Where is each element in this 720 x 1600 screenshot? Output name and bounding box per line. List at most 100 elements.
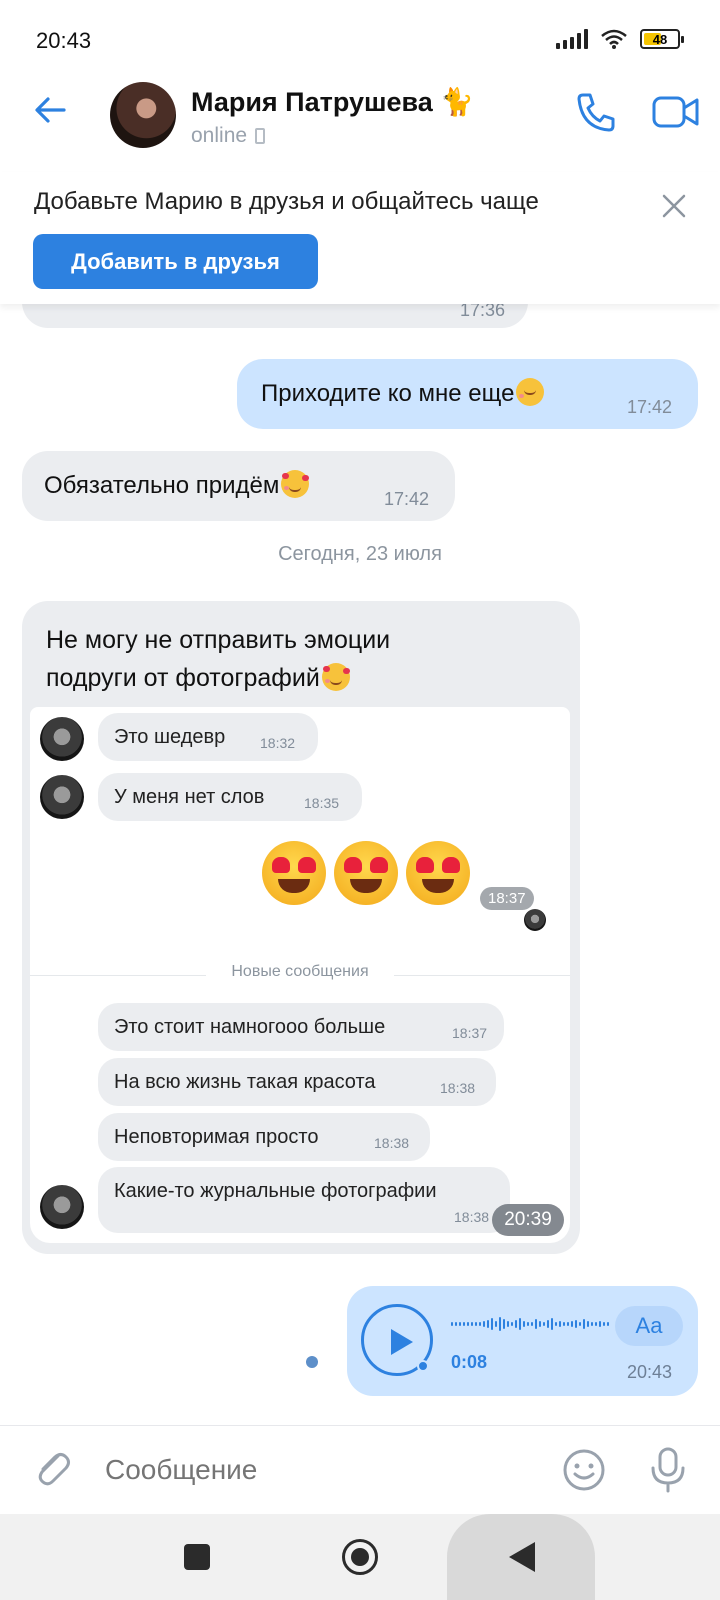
message-time: 17:42 bbox=[384, 489, 430, 509]
waveform-bar bbox=[531, 1322, 533, 1326]
status-time: 20:43 bbox=[36, 28, 92, 53]
waveform-bar bbox=[599, 1321, 601, 1327]
heart-eyes-emoji-icon bbox=[334, 841, 398, 905]
waveform-bar bbox=[587, 1321, 589, 1327]
message-text-line1: Не могу не отправить эмоции bbox=[46, 626, 391, 654]
unread-indicator bbox=[306, 1356, 318, 1368]
divider bbox=[394, 975, 570, 976]
screenshot-message-time: 18:38 bbox=[440, 1080, 476, 1096]
date-separator: Сегодня, 23 июля bbox=[278, 543, 442, 565]
video-call-icon[interactable] bbox=[652, 94, 700, 130]
back-triangle-icon bbox=[509, 1542, 535, 1572]
waveform-bar bbox=[547, 1320, 549, 1328]
chat-header: Мария Патрушева 🐈 online bbox=[0, 76, 720, 156]
waveform-bar bbox=[455, 1322, 457, 1326]
waveform-bar bbox=[571, 1321, 573, 1327]
waveform[interactable] bbox=[451, 1314, 609, 1334]
message-text-line2: подруги от фотографий bbox=[46, 664, 320, 692]
screenshot-message-text: У меня нет слов bbox=[114, 786, 265, 808]
avatar bbox=[40, 717, 84, 761]
system-navigation-bar bbox=[0, 1514, 720, 1600]
waveform-bar bbox=[507, 1321, 509, 1327]
waveform-bar bbox=[503, 1319, 505, 1329]
message-time-pill: 20:39 bbox=[492, 1204, 564, 1236]
unplayed-dot bbox=[417, 1360, 429, 1372]
smiling-hearts-emoji-icon bbox=[281, 470, 310, 498]
recents-button[interactable] bbox=[184, 1544, 210, 1570]
add-friend-banner: Добавьте Марию в друзья и общайтесь чаще… bbox=[0, 172, 720, 304]
list-item: Это стоит намногооо больше 18:37 bbox=[98, 1003, 504, 1051]
avatar bbox=[40, 775, 84, 819]
screenshot-message-text: На всю жизнь такая красота bbox=[114, 1071, 376, 1093]
screenshot-message-time: 18:32 bbox=[260, 735, 296, 751]
online-status-text: online bbox=[191, 124, 248, 147]
waveform-bar bbox=[579, 1322, 581, 1326]
back-button[interactable] bbox=[447, 1514, 595, 1600]
contact-avatar[interactable] bbox=[110, 82, 176, 148]
waveform-bar bbox=[543, 1322, 545, 1326]
waveform-bar bbox=[511, 1322, 513, 1326]
screenshot-message-time: 18:38 bbox=[374, 1135, 410, 1151]
list-item: Какие-то журнальные фотографии 18:38 bbox=[98, 1167, 510, 1233]
screenshot-message-text: Неповторимая просто bbox=[114, 1126, 319, 1148]
waveform-bar bbox=[463, 1322, 465, 1326]
phone-call-icon[interactable] bbox=[574, 90, 618, 134]
list-item: На всю жизнь такая красота 18:38 bbox=[98, 1058, 496, 1106]
waveform-bar bbox=[563, 1322, 565, 1326]
waveform-bar bbox=[583, 1319, 585, 1329]
screenshot-message-time: 18:38 bbox=[454, 1209, 490, 1225]
list-item: У меня нет слов 18:35 bbox=[98, 773, 362, 821]
attached-screenshot[interactable]: Это шедевр 18:32 У меня нет слов 18:35 1… bbox=[30, 707, 570, 1243]
hugging-emoji-icon bbox=[516, 378, 545, 406]
waveform-bar bbox=[523, 1321, 525, 1327]
avatar bbox=[524, 909, 546, 931]
waveform-bar bbox=[535, 1319, 537, 1329]
banner-text: Добавьте Марию в друзья и общайтесь чаще bbox=[34, 188, 539, 215]
message-text-wrap: Не могу не отправить эмоции подруги от ф… bbox=[46, 621, 390, 697]
mobile-icon bbox=[255, 128, 266, 144]
contact-name[interactable]: Мария Патрушева 🐈 bbox=[191, 86, 474, 118]
screenshot-message-text: Это шедевр bbox=[114, 726, 226, 748]
waveform-bar bbox=[539, 1321, 541, 1327]
waveform-bar bbox=[559, 1321, 561, 1327]
waveform-bar bbox=[479, 1322, 481, 1326]
waveform-bar bbox=[495, 1321, 497, 1327]
screenshot-message-time: 18:35 bbox=[304, 795, 340, 811]
screenshot-message-text: Какие-то журнальные фотографии bbox=[114, 1180, 437, 1202]
message-outgoing[interactable]: Приходите ко мне еще 17:42 bbox=[237, 359, 698, 429]
message-input[interactable] bbox=[105, 1446, 525, 1494]
waveform-bar bbox=[607, 1322, 609, 1326]
waveform-bar bbox=[527, 1322, 529, 1326]
message-time: 20:43 bbox=[627, 1362, 673, 1382]
message-text: Приходите ко мне еще bbox=[261, 380, 515, 407]
smiling-hearts-emoji-icon bbox=[321, 663, 350, 691]
paperclip-icon[interactable] bbox=[30, 1446, 74, 1490]
status-icons: 48 bbox=[556, 28, 684, 50]
list-item: Неповторимая просто 18:38 bbox=[98, 1113, 430, 1161]
screenshot-message-time: 18:37 bbox=[452, 1025, 488, 1041]
transcribe-button[interactable]: Aa bbox=[615, 1306, 683, 1346]
add-friend-button[interactable]: Добавить в друзья bbox=[33, 234, 318, 289]
list-item: Это шедевр 18:32 bbox=[98, 713, 318, 761]
waveform-bar bbox=[595, 1322, 597, 1326]
waveform-bar bbox=[519, 1318, 521, 1330]
waveform-bar bbox=[475, 1322, 477, 1326]
status-bar: 20:43 48 bbox=[0, 0, 720, 80]
wifi-icon bbox=[601, 29, 627, 49]
emoji-time-pill: 18:37 bbox=[480, 887, 534, 910]
voice-message[interactable]: 0:08 Aa 20:43 bbox=[347, 1286, 698, 1396]
avatar bbox=[40, 1185, 84, 1229]
microphone-icon[interactable] bbox=[648, 1446, 688, 1494]
waveform-bar bbox=[487, 1320, 489, 1328]
emoji-smile-icon[interactable] bbox=[562, 1448, 606, 1492]
waveform-bar bbox=[515, 1320, 517, 1328]
waveform-bar bbox=[575, 1320, 577, 1328]
waveform-bar bbox=[491, 1318, 493, 1330]
back-arrow-icon[interactable] bbox=[30, 90, 70, 130]
waveform-bar bbox=[499, 1317, 501, 1331]
message-incoming[interactable]: Обязательно придём 17:42 bbox=[22, 451, 455, 521]
message-incoming-with-image[interactable]: Не могу не отправить эмоции подруги от ф… bbox=[22, 601, 580, 1254]
close-icon[interactable] bbox=[660, 192, 688, 220]
home-button[interactable] bbox=[342, 1539, 378, 1575]
message-time: 17:42 bbox=[627, 397, 673, 417]
